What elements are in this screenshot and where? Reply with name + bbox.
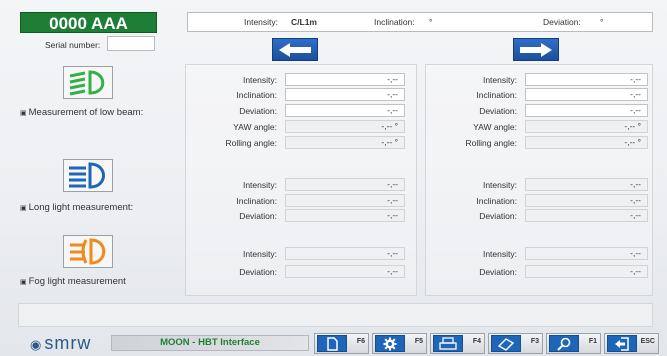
long-light-button[interactable] bbox=[63, 159, 113, 192]
message-panel bbox=[18, 303, 653, 327]
brand-logo: ◉ smrw bbox=[30, 333, 91, 354]
license-plate: 0000 AAA bbox=[20, 12, 157, 33]
fog-light-icon bbox=[70, 238, 106, 265]
ll-deviation-field-right: -,-- bbox=[525, 209, 648, 222]
fl-deviation-field-left: -,-- bbox=[285, 265, 405, 278]
esc-button[interactable]: ESC bbox=[604, 333, 659, 354]
f5-label: F5 bbox=[414, 338, 423, 345]
low-beam-section-label[interactable]: ▣ Measurement of low beam: bbox=[20, 107, 143, 118]
ll-inclination-field-right: -,-- bbox=[525, 194, 648, 207]
logo-mark-icon: ◉ bbox=[30, 337, 43, 352]
ll-deviation-label-right: Deviation: bbox=[479, 211, 517, 221]
low-beam-label-text: Measurement of low beam: bbox=[28, 107, 144, 118]
f1-button[interactable]: F1 bbox=[546, 333, 601, 354]
lb-inclination-field-right[interactable]: -,-- bbox=[525, 88, 648, 101]
f1-label: F1 bbox=[588, 338, 597, 345]
lb-intensity-label-left: Intensity: bbox=[242, 75, 277, 85]
fl-intensity-label-left: Intensity: bbox=[242, 249, 277, 259]
fog-light-checkbox[interactable]: ▣ bbox=[20, 279, 27, 286]
fl-intensity-label-right: Intensity: bbox=[482, 249, 517, 259]
arrow-right-icon bbox=[520, 43, 552, 57]
fog-light-label-text: Fog light measurement bbox=[28, 276, 126, 287]
lb-inclination-field-left[interactable]: -,-- bbox=[285, 88, 405, 101]
lb-rolling-label-right: Rolling angle: bbox=[465, 138, 517, 148]
lb-yaw-label-right: YAW angle: bbox=[473, 122, 517, 132]
lb-yaw-field-right: -,-- ° bbox=[525, 120, 648, 133]
ll-intensity-label-right: Intensity: bbox=[482, 180, 517, 190]
lb-intensity-label-right: Intensity: bbox=[482, 75, 517, 85]
document-icon bbox=[327, 337, 338, 351]
status-inclination-value: ° bbox=[429, 17, 433, 27]
gear-icon bbox=[383, 337, 397, 351]
logo-text: smrw bbox=[44, 333, 92, 353]
lb-yaw-field-left: -,-- ° bbox=[285, 120, 405, 133]
lb-inclination-label-left: Inclination: bbox=[236, 90, 277, 100]
exit-icon bbox=[615, 337, 629, 351]
search-icon bbox=[557, 337, 571, 351]
status-intensity-value: C/L1m bbox=[291, 17, 317, 27]
lb-intensity-field-left[interactable]: -,-- bbox=[285, 73, 405, 86]
status-deviation-value: ° bbox=[600, 17, 604, 27]
ll-deviation-label-left: Deviation: bbox=[239, 211, 277, 221]
fl-intensity-field-left: -,-- bbox=[285, 247, 405, 260]
f6-button[interactable]: F6 bbox=[314, 333, 369, 354]
ll-inclination-label-left: Inclination: bbox=[236, 196, 277, 206]
status-inclination-label: Inclination: bbox=[374, 17, 415, 27]
eraser-icon bbox=[497, 338, 515, 351]
lb-deviation-field-right[interactable]: -,-- bbox=[525, 104, 648, 117]
status-intensity-label: Intensity: bbox=[244, 17, 279, 27]
fog-light-section-label[interactable]: ▣ Fog light measurement bbox=[20, 276, 126, 287]
long-light-checkbox[interactable]: ▣ bbox=[20, 205, 27, 212]
lb-deviation-label-left: Deviation: bbox=[239, 106, 277, 116]
ll-inclination-label-right: Inclination: bbox=[476, 196, 517, 206]
arrow-left-icon bbox=[279, 43, 311, 57]
high-beam-icon bbox=[69, 162, 105, 189]
esc-label: ESC bbox=[640, 338, 655, 345]
serial-number-label: Serial number: bbox=[45, 40, 101, 50]
ll-intensity-label-left: Intensity: bbox=[242, 180, 277, 190]
long-light-section-label[interactable]: ▣ Long light measurement: bbox=[20, 202, 133, 213]
long-light-label-text: Long light measurement: bbox=[28, 202, 134, 213]
f6-label: F6 bbox=[356, 338, 365, 345]
f3-label: F3 bbox=[530, 338, 539, 345]
ll-intensity-field-right: -,-- bbox=[525, 178, 648, 191]
lb-inclination-label-right: Inclination: bbox=[476, 90, 517, 100]
low-beam-checkbox[interactable]: ▣ bbox=[20, 110, 27, 117]
f4-button[interactable]: F4 bbox=[430, 333, 485, 354]
fog-light-button[interactable] bbox=[63, 235, 113, 268]
fl-deviation-label-right: Deviation: bbox=[479, 267, 517, 277]
ll-intensity-field-left: -,-- bbox=[285, 178, 405, 191]
status-deviation-label: Deviation: bbox=[543, 17, 581, 27]
arrow-left-button[interactable] bbox=[272, 38, 318, 61]
serial-number-input[interactable] bbox=[107, 36, 155, 51]
lb-deviation-field-left[interactable]: -,-- bbox=[285, 104, 405, 117]
printer-icon bbox=[439, 337, 457, 350]
ll-inclination-field-left: -,-- bbox=[285, 194, 405, 207]
app-name-label: MOON - HBT Interface bbox=[111, 335, 309, 351]
status-bar: Intensity: C/L1m Inclination: ° Deviatio… bbox=[187, 12, 653, 32]
lb-rolling-field-left: -,-- ° bbox=[285, 136, 405, 149]
lb-rolling-field-right: -,-- ° bbox=[525, 136, 648, 149]
lb-rolling-label-left: Rolling angle: bbox=[225, 138, 277, 148]
lb-yaw-label-left: YAW angle: bbox=[233, 122, 277, 132]
lb-deviation-label-right: Deviation: bbox=[479, 106, 517, 116]
fl-intensity-field-right: -,-- bbox=[525, 247, 648, 260]
arrow-right-button[interactable] bbox=[513, 38, 559, 61]
ll-deviation-field-left: -,-- bbox=[285, 209, 405, 222]
f4-label: F4 bbox=[472, 338, 481, 345]
fl-deviation-label-left: Deviation: bbox=[239, 267, 277, 277]
f5-button[interactable]: F5 bbox=[372, 333, 427, 354]
fl-deviation-field-right: -,-- bbox=[525, 265, 648, 278]
lb-intensity-field-right[interactable]: -,-- bbox=[525, 73, 648, 86]
low-beam-icon bbox=[69, 70, 105, 96]
low-beam-button[interactable] bbox=[63, 66, 113, 99]
f3-button[interactable]: F3 bbox=[488, 333, 543, 354]
